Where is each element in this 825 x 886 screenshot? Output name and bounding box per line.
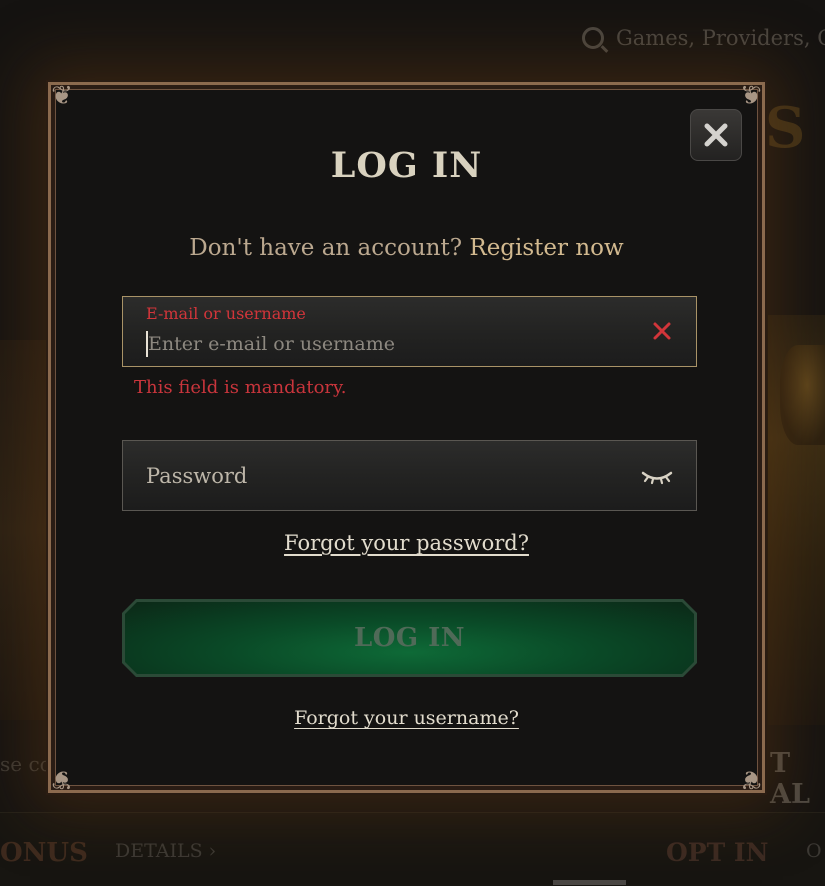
login-button[interactable]: LOG IN [122, 599, 697, 677]
username-field[interactable]: E-mail or username Enter e-mail or usern… [122, 296, 697, 367]
login-button-label: LOG IN [353, 623, 466, 653]
background-heading-fragment: S [765, 95, 806, 161]
password-placeholder: Password [146, 464, 248, 488]
background-game-image-left [0, 340, 50, 720]
background-text-fragment: se co [0, 752, 52, 776]
login-modal: ❦ ❦ ❦ ❦ LOG IN Don't have an account? Re… [48, 81, 765, 794]
background-details-link: DETAILS › [115, 840, 217, 862]
ornament-corner-icon: ❦ [740, 81, 762, 111]
username-field-label: E-mail or username [146, 304, 306, 323]
username-error-message: This field is mandatory. [134, 377, 347, 398]
eye-closed-icon[interactable] [640, 466, 674, 488]
register-prompt-text: Don't have an account? [189, 235, 463, 261]
background-button-fragment: T AL [770, 748, 810, 810]
forgot-password-link[interactable]: Forgot your password? [51, 531, 762, 555]
modal-title: LOG IN [330, 145, 483, 186]
background-opt-in-button: OPT IN [666, 838, 769, 867]
background-text-fragment-right: O [806, 840, 822, 862]
background-game-image [768, 315, 825, 725]
register-prompt: Don't have an account? Register now [51, 235, 762, 261]
search-icon [582, 27, 604, 49]
forgot-username-link[interactable]: Forgot your username? [51, 707, 762, 729]
ornament-corner-icon: ❦ [740, 764, 762, 794]
ornament-corner-icon: ❦ [51, 81, 73, 111]
register-link[interactable]: Register now [469, 235, 623, 261]
username-placeholder: Enter e-mail or username [148, 333, 396, 355]
clear-x-icon[interactable] [652, 321, 672, 341]
background-search-placeholder: Games, Providers, G [616, 26, 825, 50]
password-field[interactable]: Password [122, 440, 697, 511]
background-search-bar: Games, Providers, G [582, 26, 825, 50]
login-button-face: LOG IN [125, 602, 694, 674]
background-bonus-label: ONUS [0, 838, 88, 868]
background-scroll-indicator [553, 880, 626, 885]
ornament-corner-icon: ❦ [51, 764, 73, 794]
